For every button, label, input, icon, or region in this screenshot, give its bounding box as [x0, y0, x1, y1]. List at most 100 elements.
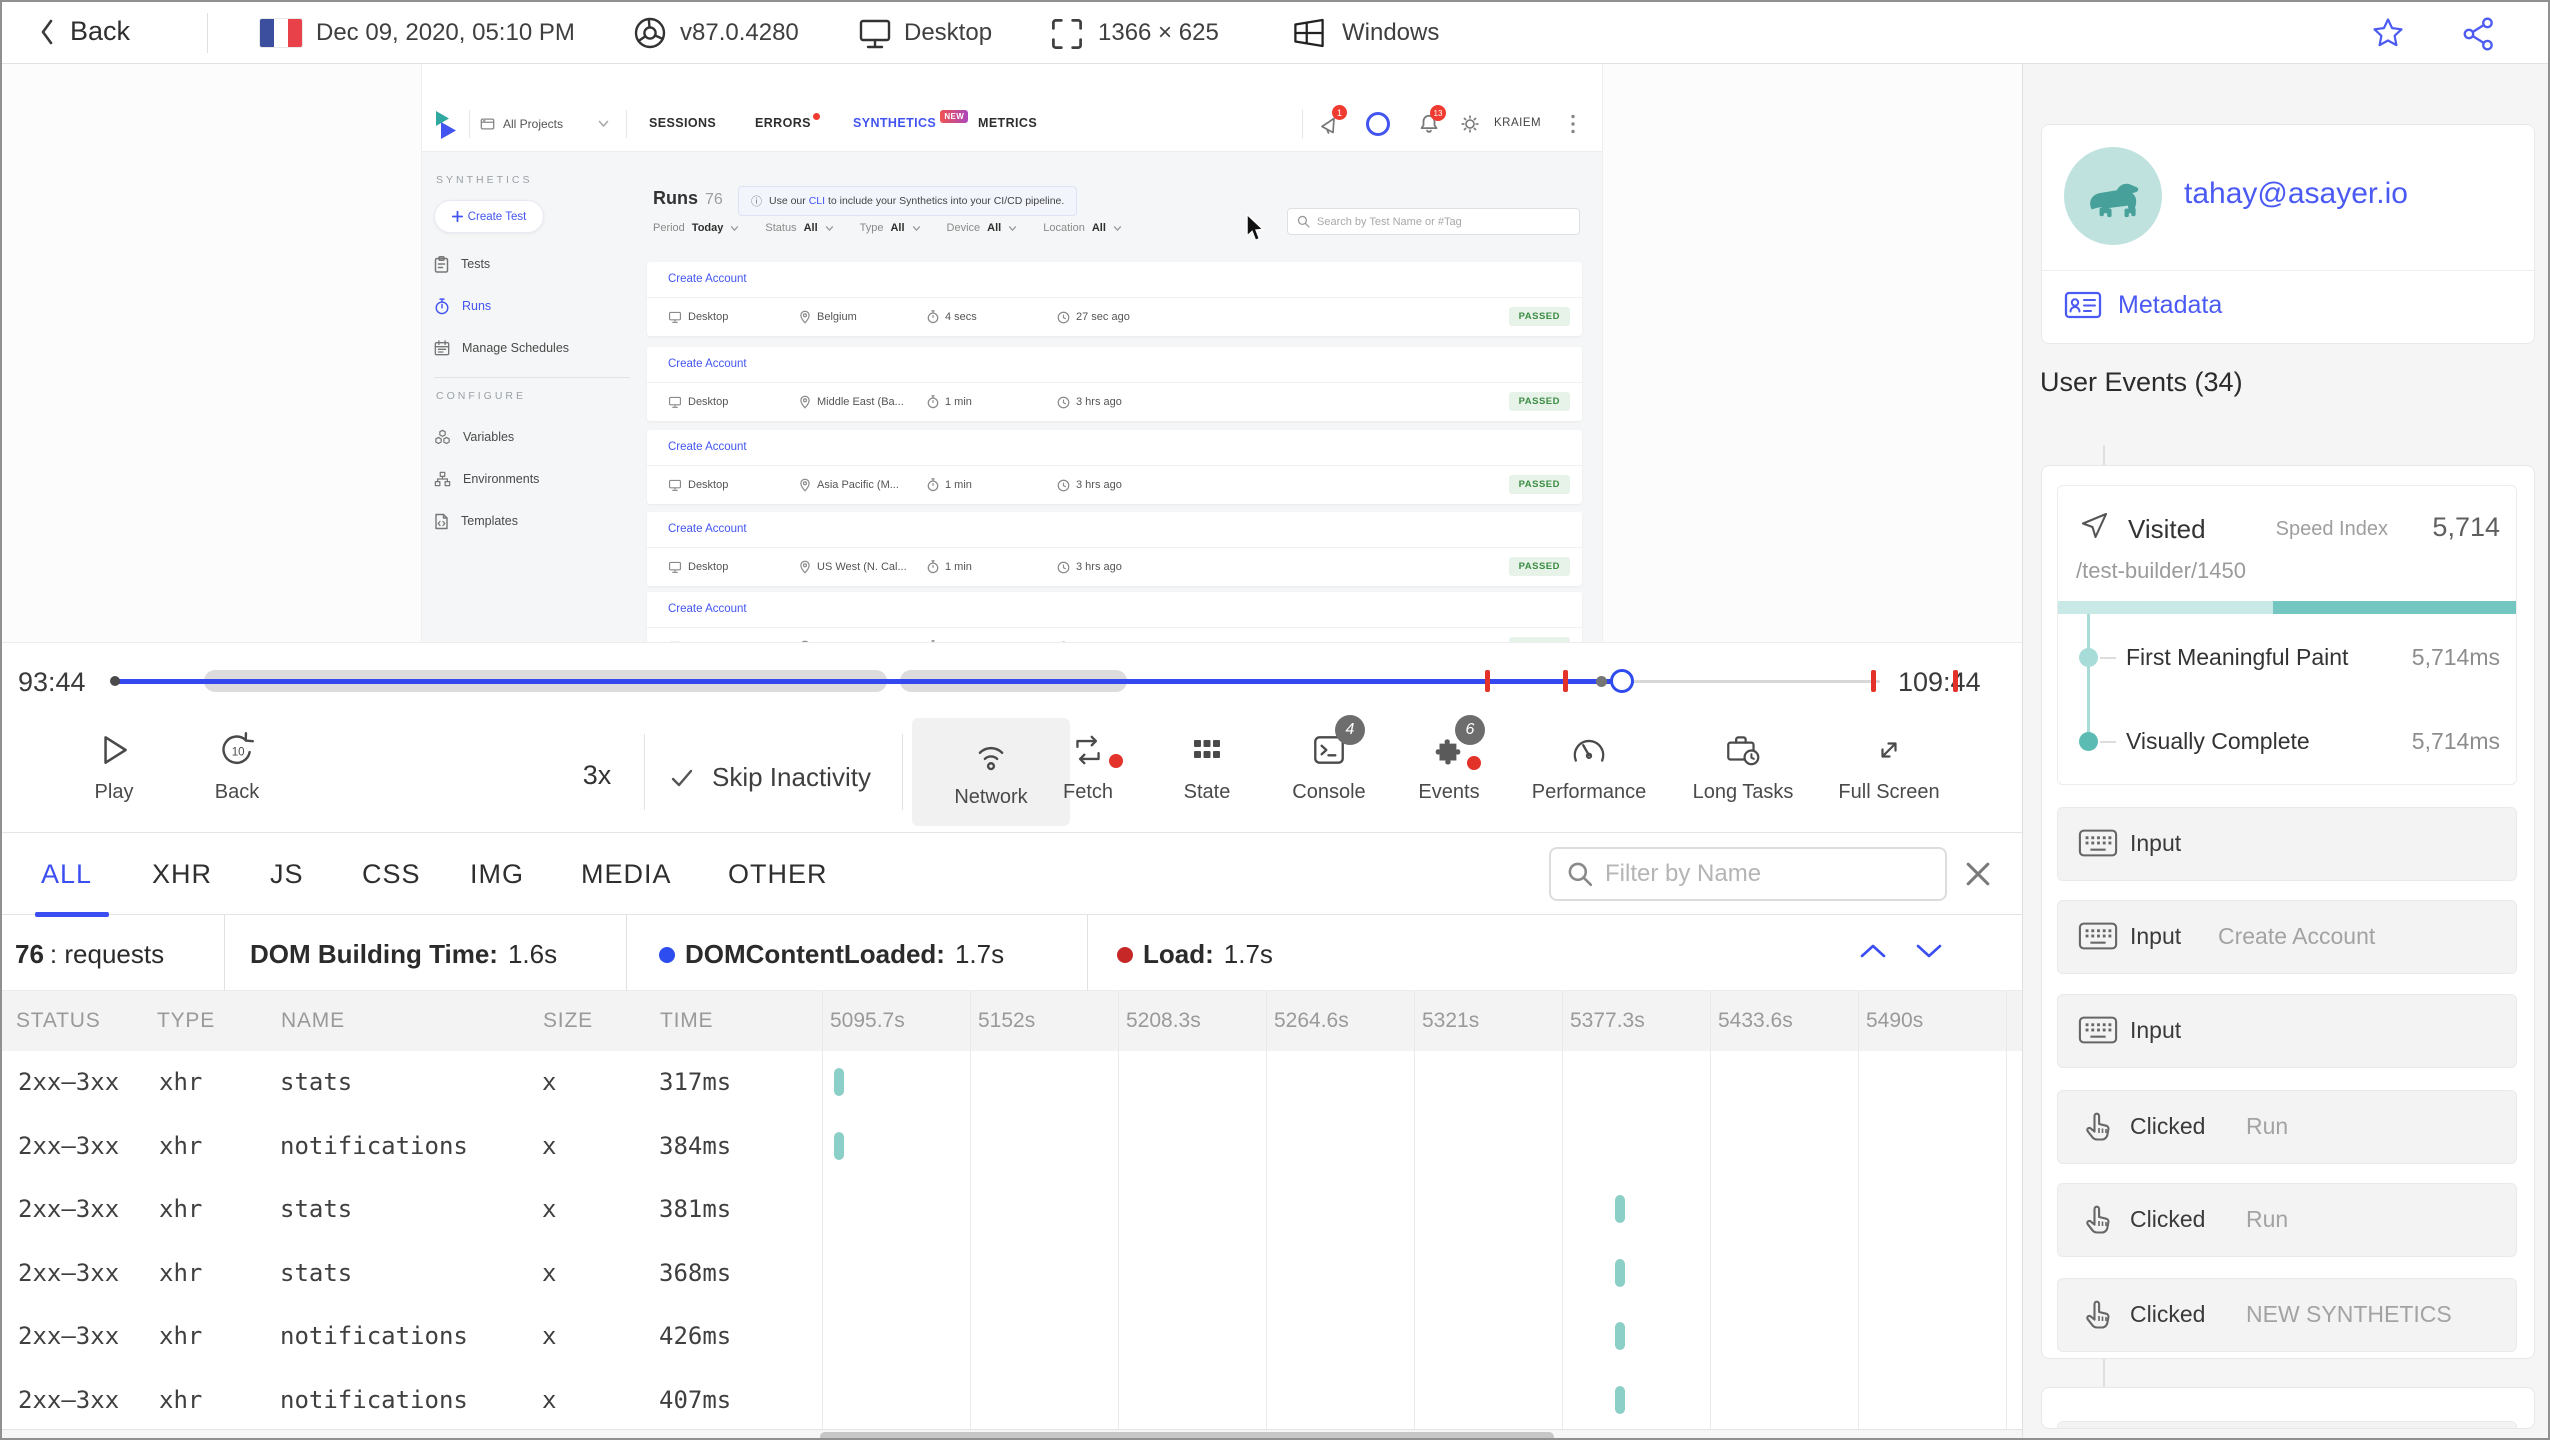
app-nav-tab[interactable]: SYNTHETICS NEW — [853, 110, 969, 130]
network-tab-xhr[interactable]: XHR — [152, 859, 212, 890]
run-card[interactable]: Create Account Desktop Belgium 4 secs 27… — [647, 262, 1582, 336]
network-request-row[interactable]: 2xx–3xx xhr notifications x 384ms — [2, 1115, 2022, 1179]
user-event-item[interactable]: Clicked Run — [2057, 1183, 2517, 1257]
monitor-icon — [668, 311, 682, 323]
project-icon — [480, 118, 495, 130]
test-search-box[interactable] — [1287, 208, 1580, 235]
network-request-row[interactable]: 2xx–3xx xhr stats x 381ms — [2, 1178, 2022, 1242]
network-tab-media[interactable]: MEDIA — [581, 859, 672, 890]
user-event-item[interactable]: Input — [2057, 807, 2517, 881]
visited-event-card[interactable]: Visited Speed Index 5,714 /test-builder/… — [2057, 485, 2517, 785]
jump-next-button[interactable] — [1914, 941, 1944, 961]
sidebar-item-runs[interactable]: Runs — [434, 285, 644, 327]
announcements-button[interactable]: 1 — [1319, 105, 1347, 135]
events-activity-dot — [1467, 756, 1481, 770]
timeline-track[interactable] — [2, 643, 2022, 712]
create-test-button[interactable]: Create Test — [434, 200, 544, 233]
filter-dropdown[interactable]: Type All — [860, 222, 921, 234]
filter-value: All — [803, 222, 818, 234]
runs-count: 76 — [705, 191, 723, 208]
fetch-panel-button[interactable]: Fetch — [1028, 730, 1148, 804]
error-event-marker[interactable] — [1485, 670, 1490, 692]
test-name-link[interactable]: Create Account — [668, 603, 747, 615]
settings-gear-icon[interactable] — [1460, 114, 1480, 134]
console-panel-button[interactable]: 4 Console — [1269, 715, 1389, 804]
sidebar-item-tests[interactable]: Tests — [434, 243, 644, 285]
cli-link[interactable]: CLI — [809, 195, 825, 207]
network-request-row[interactable]: 2xx–3xx xhr notifications x 426ms — [2, 1305, 2022, 1369]
play-button[interactable]: Play — [54, 730, 174, 804]
test-name-link[interactable]: Create Account — [668, 523, 747, 535]
network-tab-img[interactable]: IMG — [470, 859, 524, 890]
playback-speed-button[interactable]: 3x — [567, 760, 627, 791]
close-panel-button[interactable] — [1964, 860, 1992, 888]
state-grid-icon — [1194, 740, 1220, 758]
share-button[interactable] — [2460, 15, 2498, 53]
filter-dropdown[interactable]: Device All — [947, 222, 1018, 234]
event-label: Clicked — [2130, 1113, 2206, 1139]
test-name-link[interactable]: Create Account — [668, 358, 747, 370]
long-tasks-panel-button[interactable]: Long Tasks — [1683, 730, 1803, 804]
scrollbar-thumb[interactable] — [820, 1432, 1554, 1438]
network-request-row[interactable]: 2xx–3xx xhr stats x 317ms — [2, 1051, 2022, 1115]
app-nav-tab[interactable]: SESSIONS — [649, 116, 716, 130]
notifications-button[interactable]: 13 — [1418, 105, 1446, 135]
test-name-link[interactable]: Create Account — [668, 273, 747, 285]
run-card[interactable]: Create Account Desktop US West (N. Cal..… — [647, 512, 1582, 586]
back-10s-button[interactable]: 10 Back — [177, 730, 297, 804]
usage-progress-ring[interactable] — [1366, 112, 1390, 136]
user-event-item[interactable]: Input — [2057, 994, 2517, 1068]
network-filter-box[interactable] — [1549, 847, 1947, 901]
user-event-item[interactable]: Clicked NEW SYNTHETICS — [2057, 1278, 2517, 1352]
network-request-row[interactable]: 2xx–3xx xhr stats x 368ms — [2, 1242, 2022, 1306]
filter-value: All — [890, 222, 905, 234]
run-card[interactable]: Create Account Desktop Middle East (Ba..… — [647, 347, 1582, 421]
filter-dropdown[interactable]: Location All — [1043, 222, 1122, 234]
user-event-item[interactable]: Clicked Run — [2057, 1090, 2517, 1164]
sidebar-item-manage-schedules[interactable]: Manage Schedules — [434, 327, 644, 369]
user-event-item[interactable]: Input Create Account — [2057, 900, 2517, 974]
user-email-link[interactable]: tahay@asayer.io — [2184, 177, 2408, 211]
sidebar-item-variables[interactable]: Variables — [434, 416, 644, 458]
test-search-input[interactable] — [1317, 215, 1557, 228]
state-panel-button[interactable]: State — [1147, 730, 1267, 804]
test-name-link[interactable]: Create Account — [668, 441, 747, 453]
sidebar-item-templates[interactable]: Templates — [434, 500, 644, 542]
run-time-ago: 3 hrs ago — [1057, 466, 1122, 504]
status-badge: PASSED — [1508, 557, 1570, 576]
player-timeline[interactable]: 93:44 109:44 — [2, 642, 2022, 712]
run-card[interactable]: Create Account Desktop Asia Pacific (M..… — [647, 430, 1582, 504]
app-nav-tab[interactable]: ERRORS — [755, 113, 820, 130]
network-tab-all[interactable]: ALL — [41, 859, 92, 890]
performance-panel-button[interactable]: Performance — [1529, 730, 1649, 804]
network-tab-other[interactable]: OTHER — [728, 859, 828, 890]
filter-dropdown[interactable]: Period Today — [653, 222, 739, 234]
dom-building-time: DOM Building Time: 1.6s — [250, 939, 558, 969]
network-tab-css[interactable]: CSS — [362, 859, 421, 890]
user-menu[interactable]: KRAIEM — [1494, 117, 1541, 129]
jump-prev-button[interactable] — [1858, 941, 1888, 961]
skip-inactivity-toggle[interactable]: Skip Inactivity — [670, 762, 871, 793]
sidebar-item-environments[interactable]: Environments — [434, 458, 644, 500]
search-icon — [1568, 862, 1593, 887]
network-filter-input[interactable] — [1605, 860, 1929, 888]
run-device: Desktop — [668, 466, 728, 504]
network-tab-js[interactable]: JS — [270, 859, 304, 890]
error-event-marker[interactable] — [1563, 670, 1568, 692]
filter-dropdown[interactable]: Status All — [765, 222, 833, 234]
playhead[interactable] — [1610, 669, 1634, 693]
app-nav-tab[interactable]: METRICS — [978, 116, 1037, 130]
network-request-row[interactable]: 2xx–3xx xhr notifications x 407ms — [2, 1369, 2022, 1433]
more-menu-icon[interactable] — [1570, 113, 1576, 135]
metadata-button[interactable]: Metadata — [2064, 290, 2222, 320]
dom-content-loaded: DOMContentLoaded: 1.7s — [659, 939, 1004, 970]
favorite-star-button[interactable] — [2370, 16, 2406, 52]
full-screen-button[interactable]: Full Screen — [1829, 730, 1949, 804]
speed-index-label: Speed Index — [2275, 518, 2388, 540]
error-event-marker[interactable] — [1871, 670, 1876, 692]
events-panel-button[interactable]: 6 Events — [1389, 715, 1509, 804]
back-button[interactable]: Back — [40, 16, 130, 47]
horizontal-scrollbar[interactable] — [2, 1429, 2022, 1438]
run-card[interactable]: Create Account Desktop Canada (Centra...… — [647, 592, 1582, 642]
error-event-marker[interactable] — [1953, 670, 1958, 692]
